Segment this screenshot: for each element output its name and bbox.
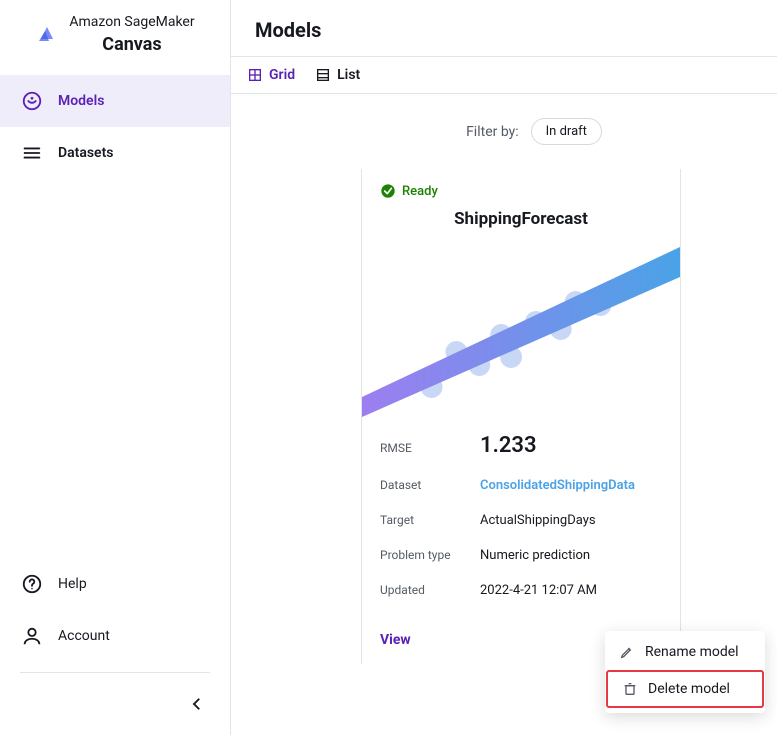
model-name: ShippingForecast <box>380 209 662 229</box>
sidebar-item-label: Models <box>58 93 104 109</box>
metric-value: ActualShippingDays <box>480 513 596 528</box>
sidebar-item-models[interactable]: Models <box>0 75 230 127</box>
metric-rmse: RMSE 1.233 <box>380 423 662 468</box>
grid-icon <box>247 67 263 83</box>
model-chart <box>362 247 680 417</box>
view-model-link[interactable]: View <box>380 632 411 648</box>
filter-row: Filter by: In draft <box>331 118 737 145</box>
status-text: Ready <box>402 184 438 199</box>
collapse-sidebar-button[interactable] <box>188 695 206 717</box>
sidebar: Amazon SageMaker Canvas Models <box>0 0 230 735</box>
divider <box>20 672 210 673</box>
view-toggle-label: List <box>337 67 360 83</box>
trash-icon <box>622 681 638 697</box>
header: Models <box>231 0 777 57</box>
chevron-left-icon <box>188 695 206 713</box>
sagemaker-logo-icon <box>35 23 59 47</box>
menu-rename-model[interactable]: Rename model <box>605 635 765 669</box>
context-menu: Rename model Delete model <box>605 631 765 713</box>
metric-dataset: Dataset ConsolidatedShippingData <box>380 468 662 503</box>
pencil-icon <box>619 644 635 660</box>
brand-product: Canvas <box>69 34 194 55</box>
menu-item-label: Rename model <box>645 644 739 660</box>
view-toggle-label: Grid <box>269 67 295 83</box>
sidebar-item-account[interactable]: Account <box>0 610 230 662</box>
model-card[interactable]: Ready ShippingForecast <box>361 169 681 664</box>
metric-label: RMSE <box>380 441 480 455</box>
metric-label: Problem type <box>380 548 480 562</box>
metric-value: Numeric prediction <box>480 548 590 563</box>
dataset-link[interactable]: ConsolidatedShippingData <box>480 478 635 493</box>
list-icon <box>315 67 331 83</box>
metric-problem-type: Problem type Numeric prediction <box>380 538 662 573</box>
view-toolbar: Grid List <box>231 57 777 94</box>
metric-label: Updated <box>380 583 480 597</box>
datasets-icon <box>20 141 44 165</box>
content-area: Filter by: In draft Ready ShippingForeca… <box>231 94 777 735</box>
filter-label: Filter by: <box>466 124 519 140</box>
check-circle-icon <box>380 183 396 199</box>
main-nav: Models Datasets <box>0 75 230 179</box>
sidebar-item-label: Help <box>58 576 87 592</box>
sidebar-item-help[interactable]: Help <box>0 558 230 610</box>
metric-label: Target <box>380 513 480 527</box>
status-badge: Ready <box>380 183 662 199</box>
page-title: Models <box>255 18 753 42</box>
sidebar-item-datasets[interactable]: Datasets <box>0 127 230 179</box>
models-icon <box>20 89 44 113</box>
bottom-nav: Help Account <box>0 558 230 735</box>
sidebar-item-label: Account <box>58 628 110 644</box>
account-icon <box>20 624 44 648</box>
view-toggle-list[interactable]: List <box>315 67 360 83</box>
metric-label: Dataset <box>380 478 480 492</box>
metric-value: 1.233 <box>480 433 537 458</box>
metric-target: Target ActualShippingDays <box>380 503 662 538</box>
menu-item-label: Delete model <box>648 681 730 697</box>
main-area: Models Grid List Filter by: In draft <box>230 0 777 735</box>
brand-title: Amazon SageMaker <box>69 14 194 30</box>
metric-value: 2022-4-21 12:07 AM <box>480 583 597 598</box>
filter-chip-draft[interactable]: In draft <box>531 118 602 145</box>
help-icon <box>20 572 44 596</box>
menu-delete-model[interactable]: Delete model <box>606 670 764 708</box>
brand-block: Amazon SageMaker Canvas <box>0 0 230 65</box>
metric-updated: Updated 2022-4-21 12:07 AM <box>380 573 662 608</box>
sidebar-item-label: Datasets <box>58 145 114 161</box>
view-toggle-grid[interactable]: Grid <box>247 67 295 83</box>
